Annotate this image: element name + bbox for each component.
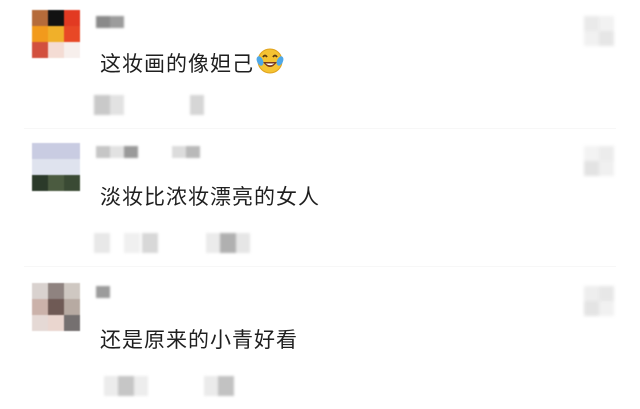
divider xyxy=(24,128,616,129)
laughing-crying-emoji-icon xyxy=(256,47,284,75)
comment-text: 淡妆比浓妆漂亮的女人 xyxy=(100,185,320,209)
divider xyxy=(24,266,616,267)
avatar[interactable] xyxy=(32,143,80,191)
avatar[interactable] xyxy=(32,283,80,331)
like-button[interactable] xyxy=(584,146,614,176)
like-button[interactable] xyxy=(584,286,614,316)
avatar[interactable] xyxy=(32,10,80,58)
comment-text: 还是原来的小青好看 xyxy=(100,328,298,352)
like-button[interactable] xyxy=(584,16,614,46)
comment-text: 这妆画的像妲己 xyxy=(100,47,284,78)
